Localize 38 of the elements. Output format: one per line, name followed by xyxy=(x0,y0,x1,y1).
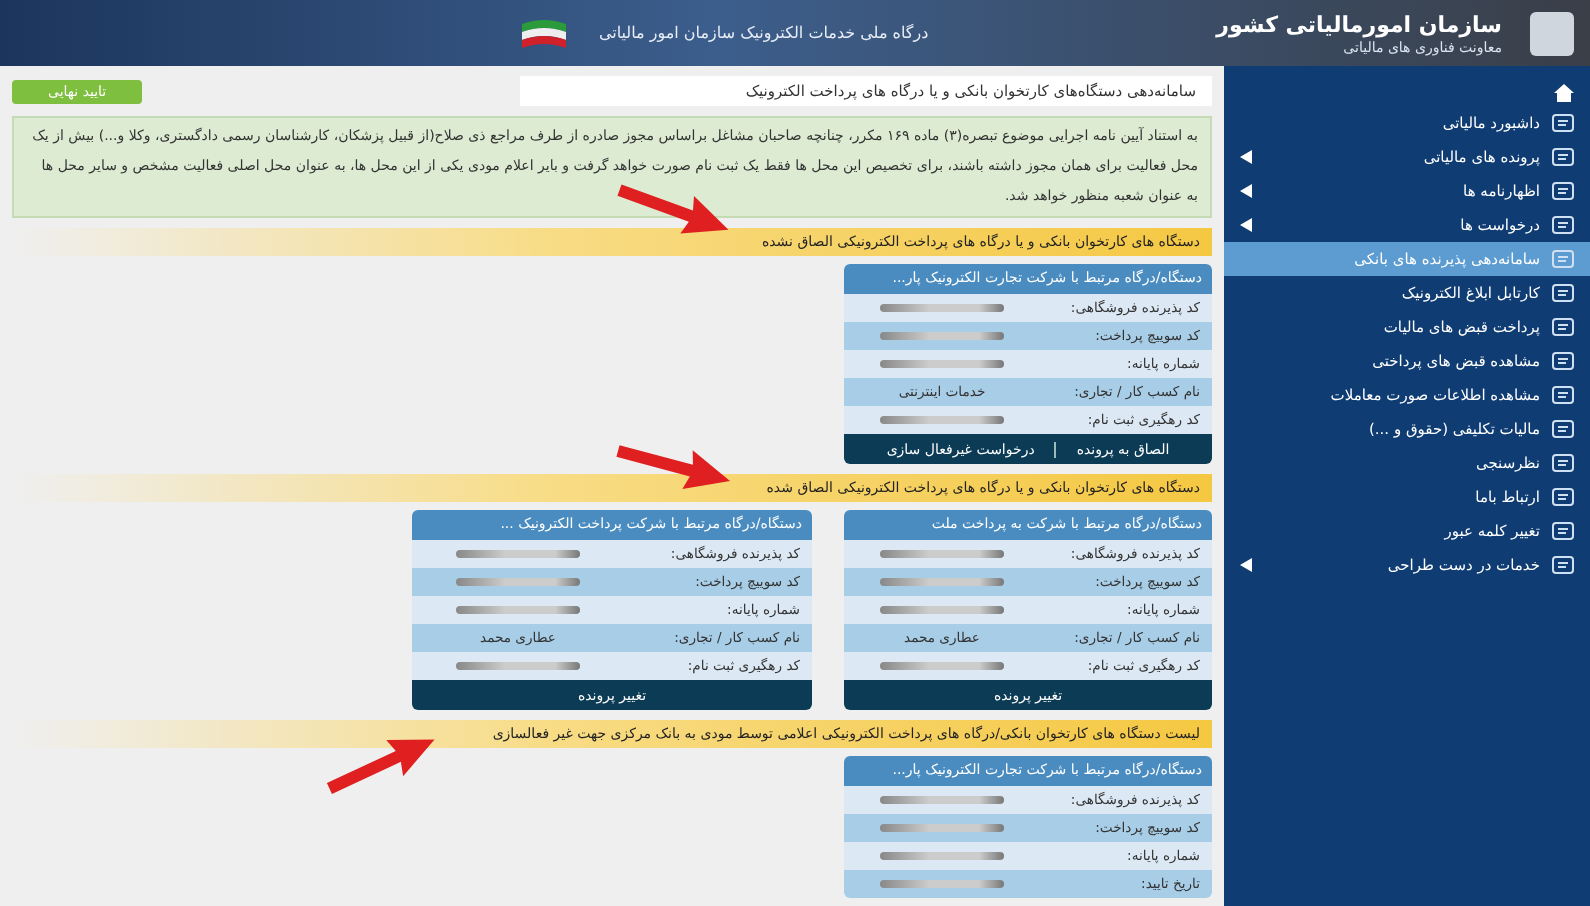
document-icon xyxy=(1552,522,1574,540)
redacted-value xyxy=(880,606,1004,614)
document-icon xyxy=(1552,386,1574,404)
flag-icon xyxy=(518,15,571,51)
redacted-value xyxy=(880,852,1004,860)
redacted-value xyxy=(456,578,580,586)
redacted-value xyxy=(880,416,1004,424)
org-title: سازمان امورمالیاتی کشور xyxy=(1216,11,1502,37)
redacted-value xyxy=(880,796,1004,804)
document-icon xyxy=(1552,182,1574,200)
pointer-arrow xyxy=(326,739,435,794)
logo-icon xyxy=(1530,11,1574,55)
redacted-value xyxy=(880,824,1004,832)
redacted-value xyxy=(456,606,580,614)
document-icon xyxy=(1552,250,1574,268)
redacted-value xyxy=(456,550,580,558)
pointer-arrow xyxy=(616,445,730,489)
redacted-value xyxy=(880,880,1004,888)
redacted-value xyxy=(456,662,580,670)
document-icon xyxy=(1552,556,1574,574)
document-icon xyxy=(1552,318,1574,336)
document-icon xyxy=(1552,488,1574,506)
document-icon xyxy=(1552,284,1574,302)
document-icon xyxy=(1552,114,1574,132)
redacted-value xyxy=(880,332,1004,340)
redacted-value xyxy=(880,304,1004,312)
redacted-value xyxy=(880,662,1004,670)
document-icon xyxy=(1552,148,1574,166)
document-icon xyxy=(1552,454,1574,472)
document-icon xyxy=(1552,216,1574,234)
redacted-value xyxy=(880,550,1004,558)
home-icon[interactable] xyxy=(1554,83,1574,101)
portal-title: درگاه ملی خدمات الکترونیک سازمان امور مالیاتی xyxy=(598,24,929,42)
redacted-value xyxy=(880,360,1004,368)
redacted-value xyxy=(880,578,1004,586)
pointer-arrow xyxy=(617,184,729,234)
document-icon xyxy=(1552,352,1574,370)
document-icon xyxy=(1552,420,1574,438)
